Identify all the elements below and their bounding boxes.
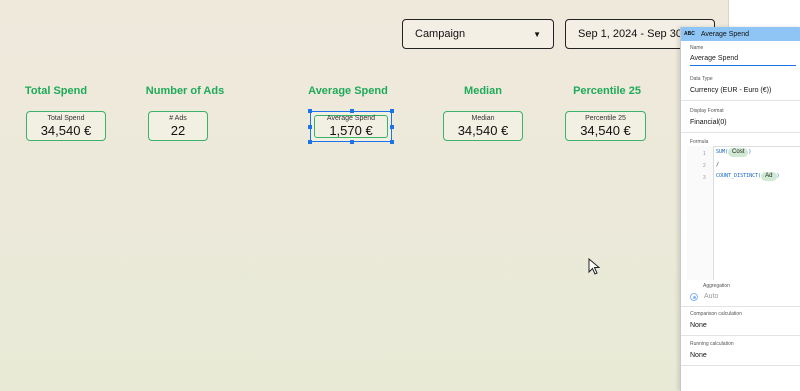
line-number: 3 [703, 175, 706, 181]
field-chip-ad[interactable]: Ad [761, 172, 777, 181]
resize-handle[interactable] [390, 125, 394, 129]
formula-function: SUM( [716, 149, 729, 155]
field-name-input[interactable]: Average Spend [690, 53, 796, 66]
kpi-title-total-spend: Total Spend [24, 85, 88, 97]
data-type-label: Data Type [690, 76, 713, 82]
data-type-select[interactable]: Currency (EUR - Euro (€)) [690, 87, 771, 94]
scorecard-total-spend[interactable]: Total Spend 34,540 € [26, 111, 106, 141]
resize-handle[interactable] [308, 140, 312, 144]
scorecard-label: # Ads [169, 115, 187, 122]
kpi-title-number-of-ads: Number of Ads [145, 85, 225, 97]
scorecard-value: 22 [170, 123, 186, 138]
divider [681, 365, 800, 366]
divider [681, 335, 800, 336]
scorecard-value: 34,540 € [457, 123, 509, 138]
resize-handle[interactable] [350, 109, 354, 113]
formula-label: Formula [690, 139, 709, 145]
kpi-title-percentile-25: Percentile 25 [573, 85, 641, 97]
resize-handle[interactable] [350, 140, 354, 144]
display-format-select[interactable]: Financial(0) [690, 119, 727, 126]
panel-header: ABC Average Spend [681, 27, 800, 41]
line-number: 2 [703, 163, 706, 169]
formula-line-3[interactable]: COUNT_DISTINCT(Ad) [716, 172, 780, 181]
divider [681, 100, 800, 101]
comparison-calculation-select[interactable]: None [690, 322, 707, 329]
display-format-label: Display Format [690, 108, 724, 114]
scorecard-value: 34,540 € [40, 123, 92, 138]
mouse-pointer-icon [588, 258, 601, 275]
campaign-filter-label: Campaign [415, 28, 466, 40]
divider [681, 306, 800, 307]
formula-paren: ) [748, 149, 752, 155]
scorecard-median[interactable]: Median 34,540 € [443, 111, 523, 141]
campaign-filter-dropdown[interactable]: Campaign ▼ [402, 19, 554, 49]
line-number: 1 [703, 151, 706, 157]
scorecard-value: 34,540 € [580, 123, 631, 138]
resize-handle[interactable] [308, 109, 312, 113]
resize-handle[interactable] [390, 140, 394, 144]
scorecard-label: Percentile 25 [585, 115, 626, 122]
scorecard-average-spend[interactable]: Average Spend 1,570 € [308, 109, 394, 144]
kpi-title-average-spend: Average Spend [308, 85, 388, 97]
formula-line-2[interactable]: / [716, 162, 719, 168]
panel-header-title: Average Spend [700, 30, 749, 38]
scorecard-percentile-25[interactable]: Percentile 25 34,540 € [565, 111, 646, 141]
kpi-title-median: Median [464, 85, 502, 97]
aggregation-value: Auto [704, 293, 719, 300]
text-type-icon: ABC [684, 31, 695, 37]
report-canvas[interactable]: Campaign ▼ Sep 1, 2024 - Sep 30, 2024 To… [0, 0, 728, 391]
formula-function: COUNT_DISTINCT( [716, 173, 762, 179]
scorecard-label: Average Spend [326, 115, 376, 122]
field-chip-cost[interactable]: Cost [728, 148, 749, 157]
scorecard-label: Total Spend [47, 115, 85, 122]
scorecard-label: Median [471, 115, 495, 122]
calculated-field-editor-panel: ABC Average Spend Name Average Spend Dat… [680, 27, 800, 391]
resize-handle[interactable] [390, 109, 394, 113]
divider [681, 132, 800, 133]
formula-line-gutter [687, 146, 714, 280]
chevron-down-icon: ▼ [533, 29, 541, 39]
formula-paren: ) [776, 173, 780, 179]
scorecard-number-of-ads[interactable]: # Ads 22 [148, 111, 208, 141]
formula-line-1[interactable]: SUM(Cost) [716, 148, 751, 157]
scorecard-value: 1,570 € [329, 123, 373, 138]
running-calculation-label: Running calculation [690, 341, 734, 347]
aggregation-auto-radio[interactable] [690, 293, 698, 301]
aggregation-label: Aggregation [703, 283, 730, 289]
running-calculation-select[interactable]: None [690, 352, 707, 359]
resize-handle[interactable] [308, 125, 312, 129]
comparison-calculation-label: Comparison calculation [690, 311, 742, 317]
name-label: Name [690, 45, 704, 51]
